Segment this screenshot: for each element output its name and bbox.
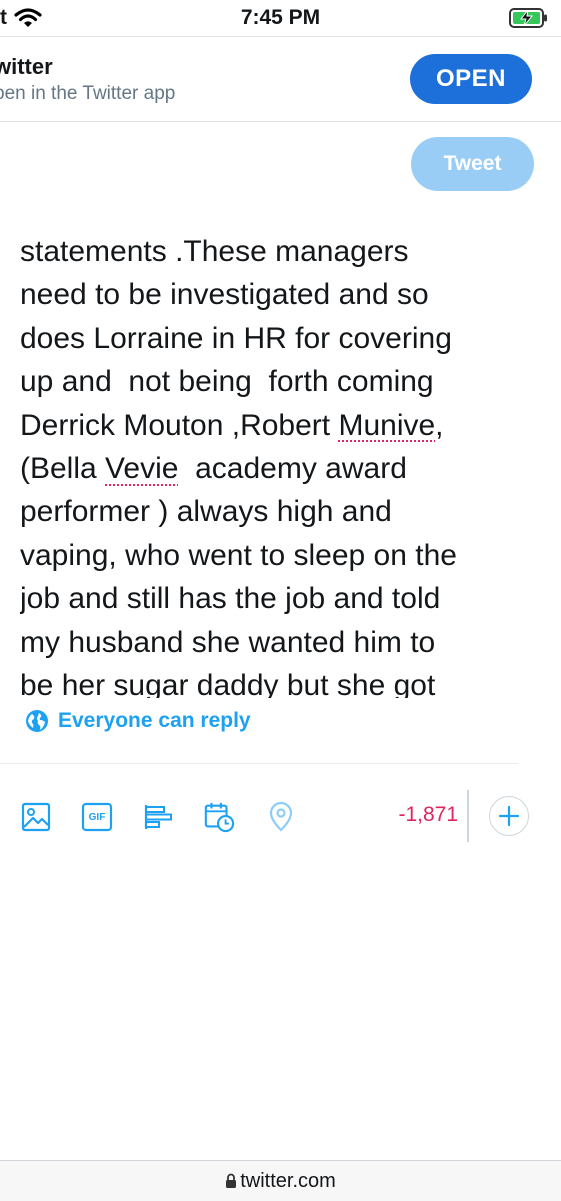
add-tweet-button[interactable] [489, 796, 529, 836]
battery-charging-icon [509, 8, 549, 33]
text-segment: academy award [178, 452, 407, 486]
text-segment: (Bella [20, 452, 106, 486]
poll-icon[interactable] [142, 800, 174, 834]
character-count: -1,871 [398, 803, 458, 826]
open-in-app-button[interactable]: OPEN [410, 54, 532, 104]
status-bar: t 7:45 PM [0, 0, 561, 36]
url-text: twitter.com [240, 1170, 336, 1192]
gif-icon[interactable]: GIF [81, 800, 113, 834]
divider [0, 763, 518, 764]
lock-icon [225, 1172, 237, 1195]
tweet-text-area[interactable]: statements .These managers need to be in… [20, 230, 550, 698]
text-line: vaping, who went to sleep on the [20, 538, 457, 572]
toolbar-separator [467, 790, 469, 842]
reply-setting-button[interactable]: Everyone can reply [24, 708, 251, 734]
text-segment: , [435, 408, 444, 442]
browser-url-bar[interactable]: twitter.com [0, 1160, 561, 1201]
text-line: be her sugar daddy but she got [20, 669, 436, 698]
banner-subtitle: pen in the Twitter app [0, 83, 176, 104]
add-icon [498, 805, 520, 827]
text-line: my husband she wanted him to [20, 625, 436, 659]
text-line: Derrick Mouton ,Robert Munive, [20, 404, 550, 447]
app-banner: witter pen in the Twitter app OPEN [0, 36, 561, 122]
text-line: need to be investigated and so [20, 278, 429, 312]
gif-label: GIF [88, 811, 106, 823]
text-line: job and still has the job and told [20, 582, 441, 616]
clock: 7:45 PM [240, 6, 321, 29]
globe-icon [26, 710, 48, 732]
text-line: statements .These managers [20, 235, 409, 268]
banner-title: witter [0, 54, 53, 79]
image-icon[interactable] [20, 800, 52, 834]
reply-setting-label: Everyone can reply [58, 709, 251, 732]
misspelled-word: Vevie [105, 452, 179, 486]
url-display[interactable]: twitter.com [0, 1170, 561, 1195]
text-segment: Derrick Mouton ,Robert [20, 408, 339, 442]
text-line: (Bella Vevie academy award [20, 447, 550, 490]
misspelled-word: Munive [338, 408, 436, 442]
text-line: performer ) always high and [20, 495, 392, 529]
text-line: does Lorraine in HR for covering [20, 321, 452, 355]
schedule-icon[interactable] [203, 800, 235, 834]
tweet-button[interactable]: Tweet [411, 137, 534, 191]
text-line: up and not being forth coming [20, 365, 434, 399]
location-icon[interactable] [265, 800, 297, 834]
